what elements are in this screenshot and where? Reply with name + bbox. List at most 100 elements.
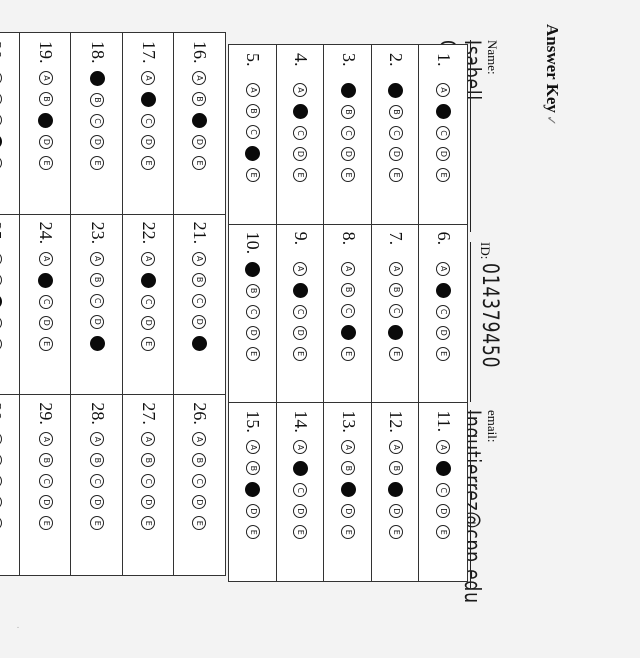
choice-bubble[interactable]: A [0,432,2,447]
choice-bubble[interactable]: A [141,251,156,266]
choice-bubble[interactable]: A [436,261,451,276]
filled-bubble[interactable]: C [0,293,3,309]
choice-bubble[interactable]: C [245,125,260,139]
choice-bubble[interactable]: E [293,346,308,361]
choice-bubble[interactable]: C [0,474,2,489]
choice-bubble[interactable]: E [141,336,156,351]
choice-bubble[interactable]: A [192,251,207,266]
choice-bubble[interactable]: A [38,251,53,266]
choice-bubble[interactable]: A [245,440,260,455]
choice-bubble[interactable]: D [90,314,105,329]
choice-bubble[interactable]: B [192,92,207,106]
choice-bubble[interactable]: D [388,147,403,161]
choice-bubble[interactable]: D [293,147,308,161]
choice-bubble[interactable]: B [141,453,156,468]
choice-bubble[interactable]: E [90,156,105,170]
choice-bubble[interactable]: E [90,516,105,531]
choice-bubble[interactable]: A [192,432,207,447]
choice-bubble[interactable]: A [293,261,308,276]
choice-bubble[interactable]: B [0,92,2,106]
filled-bubble[interactable]: B [140,92,156,107]
choice-bubble[interactable]: C [38,474,53,489]
choice-bubble[interactable]: C [388,126,403,140]
choice-bubble[interactable]: E [388,168,403,182]
filled-bubble[interactable]: C [191,113,207,128]
choice-bubble[interactable]: C [141,114,156,128]
choice-bubble[interactable]: C [141,474,156,489]
filled-bubble[interactable]: D [245,146,261,161]
filled-bubble[interactable]: B [38,272,54,288]
filled-bubble[interactable]: C [38,113,54,128]
choice-bubble[interactable]: B [245,283,260,298]
choice-bubble[interactable]: D [90,135,105,149]
choice-bubble[interactable]: E [38,336,53,351]
filled-bubble[interactable]: D [0,134,3,149]
choice-bubble[interactable]: E [245,346,260,361]
choice-bubble[interactable]: B [0,453,2,468]
filled-bubble[interactable]: A [340,83,356,98]
filled-bubble[interactable]: A [245,261,261,277]
choice-bubble[interactable]: E [341,168,356,182]
choice-bubble[interactable]: E [0,156,2,170]
choice-bubble[interactable]: A [38,71,53,85]
choice-bubble[interactable]: C [341,126,356,140]
choice-bubble[interactable]: B [38,453,53,468]
filled-bubble[interactable]: B [140,272,156,288]
filled-bubble[interactable]: B [435,282,451,298]
choice-bubble[interactable]: E [245,168,260,182]
choice-bubble[interactable]: C [90,474,105,489]
choice-bubble[interactable]: B [245,104,260,118]
filled-bubble[interactable]: B [435,461,451,477]
choice-bubble[interactable]: D [141,135,156,149]
choice-bubble[interactable]: E [388,346,403,361]
filled-bubble[interactable]: A [388,83,404,98]
choice-bubble[interactable]: D [341,147,356,161]
choice-bubble[interactable]: E [141,156,156,170]
filled-bubble[interactable]: D [388,324,404,340]
choice-bubble[interactable]: A [0,251,2,266]
choice-bubble[interactable]: C [293,483,308,498]
choice-bubble[interactable]: B [341,105,356,119]
choice-bubble[interactable]: D [436,325,451,340]
choice-bubble[interactable]: D [192,495,207,510]
choice-bubble[interactable]: A [341,440,356,455]
choice-bubble[interactable]: E [38,516,53,531]
choice-bubble[interactable]: E [341,346,356,361]
choice-bubble[interactable]: A [293,440,308,455]
choice-bubble[interactable]: D [436,147,451,161]
choice-bubble[interactable]: A [0,71,2,85]
choice-bubble[interactable]: A [388,261,403,276]
choice-bubble[interactable]: E [192,156,207,170]
choice-bubble[interactable]: C [436,126,451,140]
choice-bubble[interactable]: E [293,525,308,540]
choice-bubble[interactable]: B [245,461,260,476]
choice-bubble[interactable]: E [341,525,356,540]
choice-bubble[interactable]: E [192,516,207,531]
choice-bubble[interactable]: A [141,432,156,447]
choice-bubble[interactable]: C [245,304,260,319]
choice-bubble[interactable]: E [245,525,260,540]
choice-bubble[interactable]: A [192,71,207,85]
filled-bubble[interactable]: B [292,104,308,119]
choice-bubble[interactable]: A [341,261,356,276]
filled-bubble[interactable]: B [435,104,451,119]
choice-bubble[interactable]: D [293,325,308,340]
filled-bubble[interactable]: E [191,335,207,351]
choice-bubble[interactable]: C [341,303,356,318]
choice-bubble[interactable]: A [38,432,53,447]
choice-bubble[interactable]: A [90,251,105,266]
choice-bubble[interactable]: D [245,325,260,340]
choice-bubble[interactable]: E [436,168,451,182]
choice-bubble[interactable]: D [141,315,156,330]
choice-bubble[interactable]: A [436,83,451,97]
choice-bubble[interactable]: B [90,272,105,287]
choice-bubble[interactable]: D [192,135,207,149]
choice-bubble[interactable]: A [436,440,451,455]
choice-bubble[interactable]: E [0,516,2,531]
choice-bubble[interactable]: D [38,495,53,510]
choice-bubble[interactable]: D [38,315,53,330]
choice-bubble[interactable]: B [388,461,403,476]
filled-bubble[interactable]: C [388,482,404,498]
choice-bubble[interactable]: B [192,453,207,468]
choice-bubble[interactable]: D [0,315,2,330]
